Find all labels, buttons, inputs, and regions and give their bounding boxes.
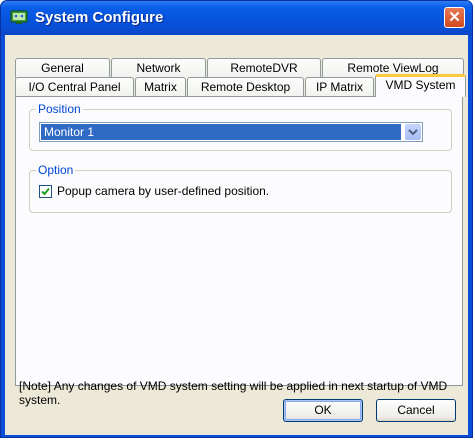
- option-legend: Option: [36, 163, 76, 177]
- tab-remote-desktop[interactable]: Remote Desktop: [187, 77, 304, 97]
- dropdown-arrow-button[interactable]: [405, 124, 421, 140]
- position-legend: Position: [36, 102, 83, 116]
- close-button[interactable]: ✕: [444, 7, 465, 28]
- tab-network[interactable]: Network: [111, 58, 206, 78]
- tab-matrix[interactable]: Matrix: [135, 77, 186, 97]
- note-text: [Note] Any changes of VMD system setting…: [19, 379, 448, 407]
- checkmark-icon: [41, 187, 50, 196]
- tab-vmd-system[interactable]: VMD System: [375, 74, 466, 97]
- popup-camera-checkbox[interactable]: [39, 185, 52, 198]
- tab-general[interactable]: General: [15, 58, 110, 78]
- app-icon: [10, 10, 28, 24]
- window-title: System Configure: [35, 9, 164, 26]
- title-bar[interactable]: System Configure ✕: [1, 1, 472, 35]
- system-configure-window: System Configure ✕ General Network Remot…: [0, 0, 473, 438]
- monitor-select[interactable]: Monitor 1: [39, 122, 423, 142]
- close-icon: ✕: [448, 9, 461, 26]
- monitor-select-value: Monitor 1: [41, 124, 401, 140]
- vmd-system-panel: Position Monitor 1 Option Popup camera b…: [15, 96, 463, 407]
- position-group: Position Monitor 1: [29, 102, 452, 151]
- option-group: Option Popup camera by user-defined posi…: [29, 163, 452, 213]
- tab-remotedvr[interactable]: RemoteDVR: [207, 58, 321, 78]
- chevron-down-icon: [408, 129, 418, 136]
- tab-io-central-panel[interactable]: I/O Central Panel: [15, 77, 134, 97]
- tab-ip-matrix[interactable]: IP Matrix: [305, 77, 374, 97]
- popup-camera-label: Popup camera by user-defined position.: [57, 184, 270, 198]
- dialog-body: General Network RemoteDVR Remote ViewLog…: [5, 35, 468, 435]
